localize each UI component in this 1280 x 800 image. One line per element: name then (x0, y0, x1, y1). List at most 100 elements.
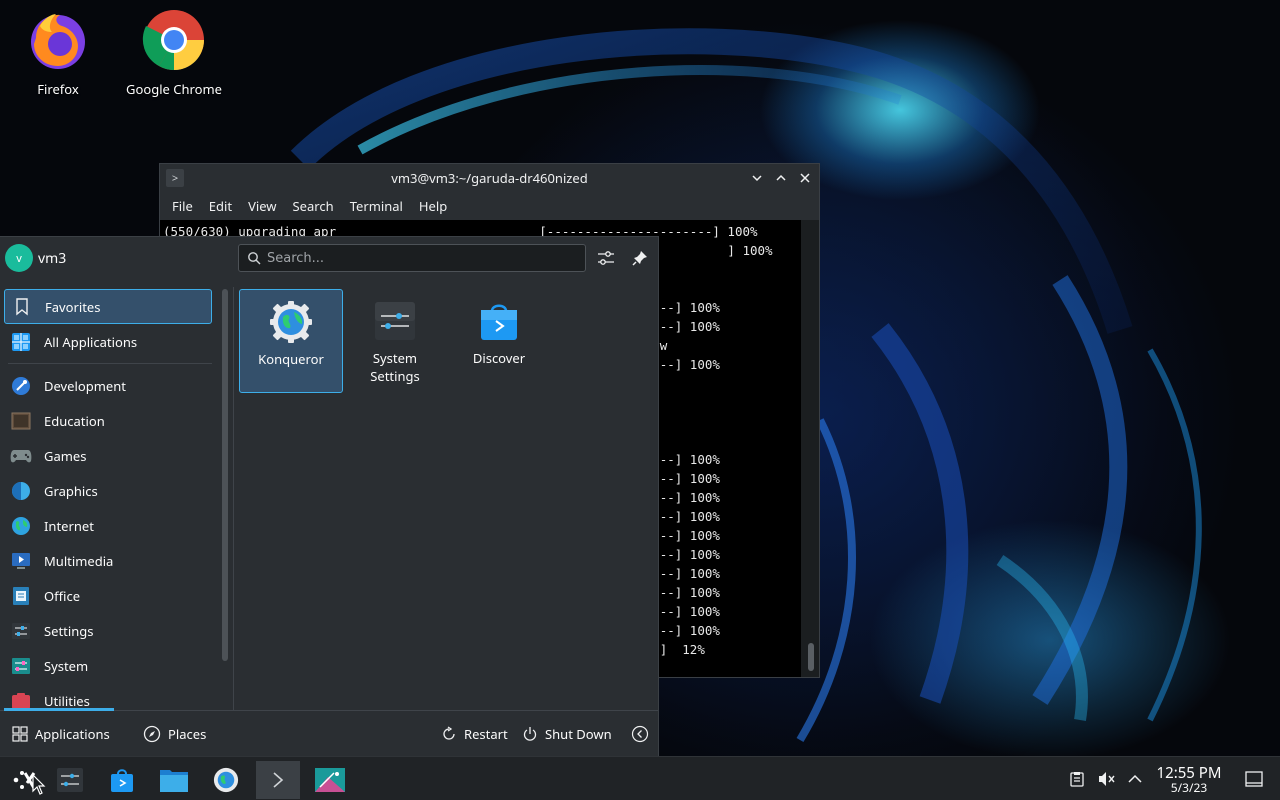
taskbar-file-manager[interactable] (152, 761, 196, 799)
minimize-button[interactable] (747, 168, 767, 188)
menu-help[interactable]: Help (411, 197, 455, 215)
restart-button[interactable]: Restart (441, 725, 508, 743)
more-power-options-button[interactable] (631, 725, 649, 743)
grid-apps-icon (12, 332, 30, 351)
category-system[interactable]: System (4, 648, 212, 683)
category-label: Settings (44, 621, 94, 640)
taskbar-terminal[interactable] (256, 761, 300, 799)
show-desktop-button[interactable] (1244, 769, 1264, 789)
category-label: Multimedia (44, 551, 114, 570)
category-settings[interactable]: Settings (4, 613, 212, 648)
tray-clipboard[interactable] (1067, 769, 1087, 789)
shutdown-button[interactable]: Shut Down (522, 725, 612, 743)
tray-volume[interactable] (1097, 769, 1117, 789)
active-tab-indicator (4, 708, 114, 711)
category-favorites[interactable]: Favorites (4, 289, 212, 324)
favorite-label: Discover (472, 349, 526, 367)
pin-icon (632, 251, 647, 266)
category-label: Utilities (44, 691, 90, 710)
maximize-button[interactable] (771, 168, 791, 188)
category-graphics[interactable]: Graphics (4, 473, 212, 508)
category-games[interactable]: Games (4, 438, 212, 473)
menu-terminal[interactable]: Terminal (342, 197, 411, 215)
category-label: Education (44, 411, 105, 430)
settings-sliders-icon (598, 251, 614, 265)
volume-muted-icon (1099, 772, 1115, 786)
favorite-label-line1: System (372, 349, 418, 367)
settings-sliders-icon (12, 622, 30, 639)
divider (8, 363, 212, 364)
search-field[interactable] (238, 244, 586, 272)
menu-search[interactable]: Search (285, 197, 342, 215)
discover-icon (111, 769, 133, 792)
graphics-icon (12, 481, 30, 500)
favorite-label-line2: Settings (370, 367, 420, 385)
category-label: Internet (44, 516, 94, 535)
category-office[interactable]: Office (4, 578, 212, 613)
development-icon (12, 376, 30, 395)
chevron-up-icon (776, 174, 786, 181)
category-multimedia[interactable]: Multimedia (4, 543, 212, 578)
category-all-applications[interactable]: All Applications (4, 324, 212, 359)
discover-icon (481, 304, 517, 340)
desktop-icon-label: Firefox (37, 80, 79, 98)
menu-view[interactable]: View (240, 197, 284, 215)
digital-clock[interactable]: 12:55 PM 5/3/23 (1150, 765, 1228, 795)
gamepad-icon (10, 449, 32, 462)
desktop-icon-label: Google Chrome (126, 80, 222, 98)
taskbar-system-settings[interactable] (48, 761, 92, 799)
close-button[interactable] (795, 168, 815, 188)
avatar[interactable]: v (5, 244, 33, 272)
tray-expand[interactable] (1125, 769, 1145, 789)
system-settings-icon (57, 768, 83, 792)
tab-places[interactable]: Places (143, 725, 206, 743)
desktop-icon-chrome[interactable]: Google Chrome (119, 8, 229, 98)
favorite-system-settings[interactable]: System Settings (343, 289, 447, 393)
pin-button[interactable] (628, 246, 652, 270)
shutdown-label: Shut Down (545, 724, 612, 743)
sidebar-scrollbar[interactable] (216, 287, 234, 711)
menu-file[interactable]: File (164, 197, 201, 215)
show-desktop-icon (1245, 771, 1263, 787)
gallery-icon (315, 768, 345, 792)
chevron-down-icon (752, 175, 762, 182)
favorite-konqueror[interactable]: Konqueror (239, 289, 343, 393)
configure-button[interactable] (594, 246, 618, 270)
taskbar-konqueror[interactable] (204, 761, 248, 799)
category-utilities[interactable]: Utilities (4, 683, 212, 711)
tab-label: Applications (35, 724, 110, 743)
system-icon (12, 657, 30, 674)
favorite-discover[interactable]: Discover (447, 289, 551, 393)
category-development[interactable]: Development (4, 368, 212, 403)
window-title: vm3@vm3:~/garuda-dr460nized (391, 169, 588, 187)
terminal-titlebar[interactable]: > vm3@vm3:~/garuda-dr460nized (160, 164, 819, 192)
terminal-icon (273, 772, 284, 788)
favorite-label: Konqueror (258, 350, 324, 368)
category-education[interactable]: Education (4, 403, 212, 438)
user-name: vm3 (38, 249, 67, 268)
menu-edit[interactable]: Edit (201, 197, 240, 215)
clipboard-icon (1070, 772, 1084, 787)
bookmark-icon (16, 297, 28, 315)
desktop-icon-firefox[interactable]: Firefox (3, 8, 113, 98)
category-label: Office (44, 586, 81, 605)
tab-applications[interactable]: Applications (12, 725, 110, 743)
category-internet[interactable]: Internet (4, 508, 212, 543)
taskbar-discover[interactable] (100, 761, 144, 799)
search-input[interactable] (267, 250, 567, 266)
application-launcher-menu: v vm3 Favorites All Applicat (0, 236, 659, 756)
compass-icon (143, 725, 161, 742)
restart-icon (443, 725, 455, 740)
scrollbar-thumb[interactable] (222, 289, 228, 661)
terminal-menubar: File Edit View Search Terminal Help (160, 192, 819, 220)
category-label: Graphics (44, 481, 98, 500)
terminal-app-icon[interactable]: > (166, 169, 184, 187)
close-icon (800, 173, 810, 183)
education-icon (11, 412, 31, 429)
taskbar-gallery[interactable] (308, 761, 352, 799)
category-label: All Applications (44, 332, 138, 351)
category-label: System (44, 656, 89, 675)
terminal-scrollbar[interactable] (801, 220, 819, 677)
scrollbar-thumb[interactable] (808, 643, 814, 671)
search-icon (248, 252, 261, 265)
